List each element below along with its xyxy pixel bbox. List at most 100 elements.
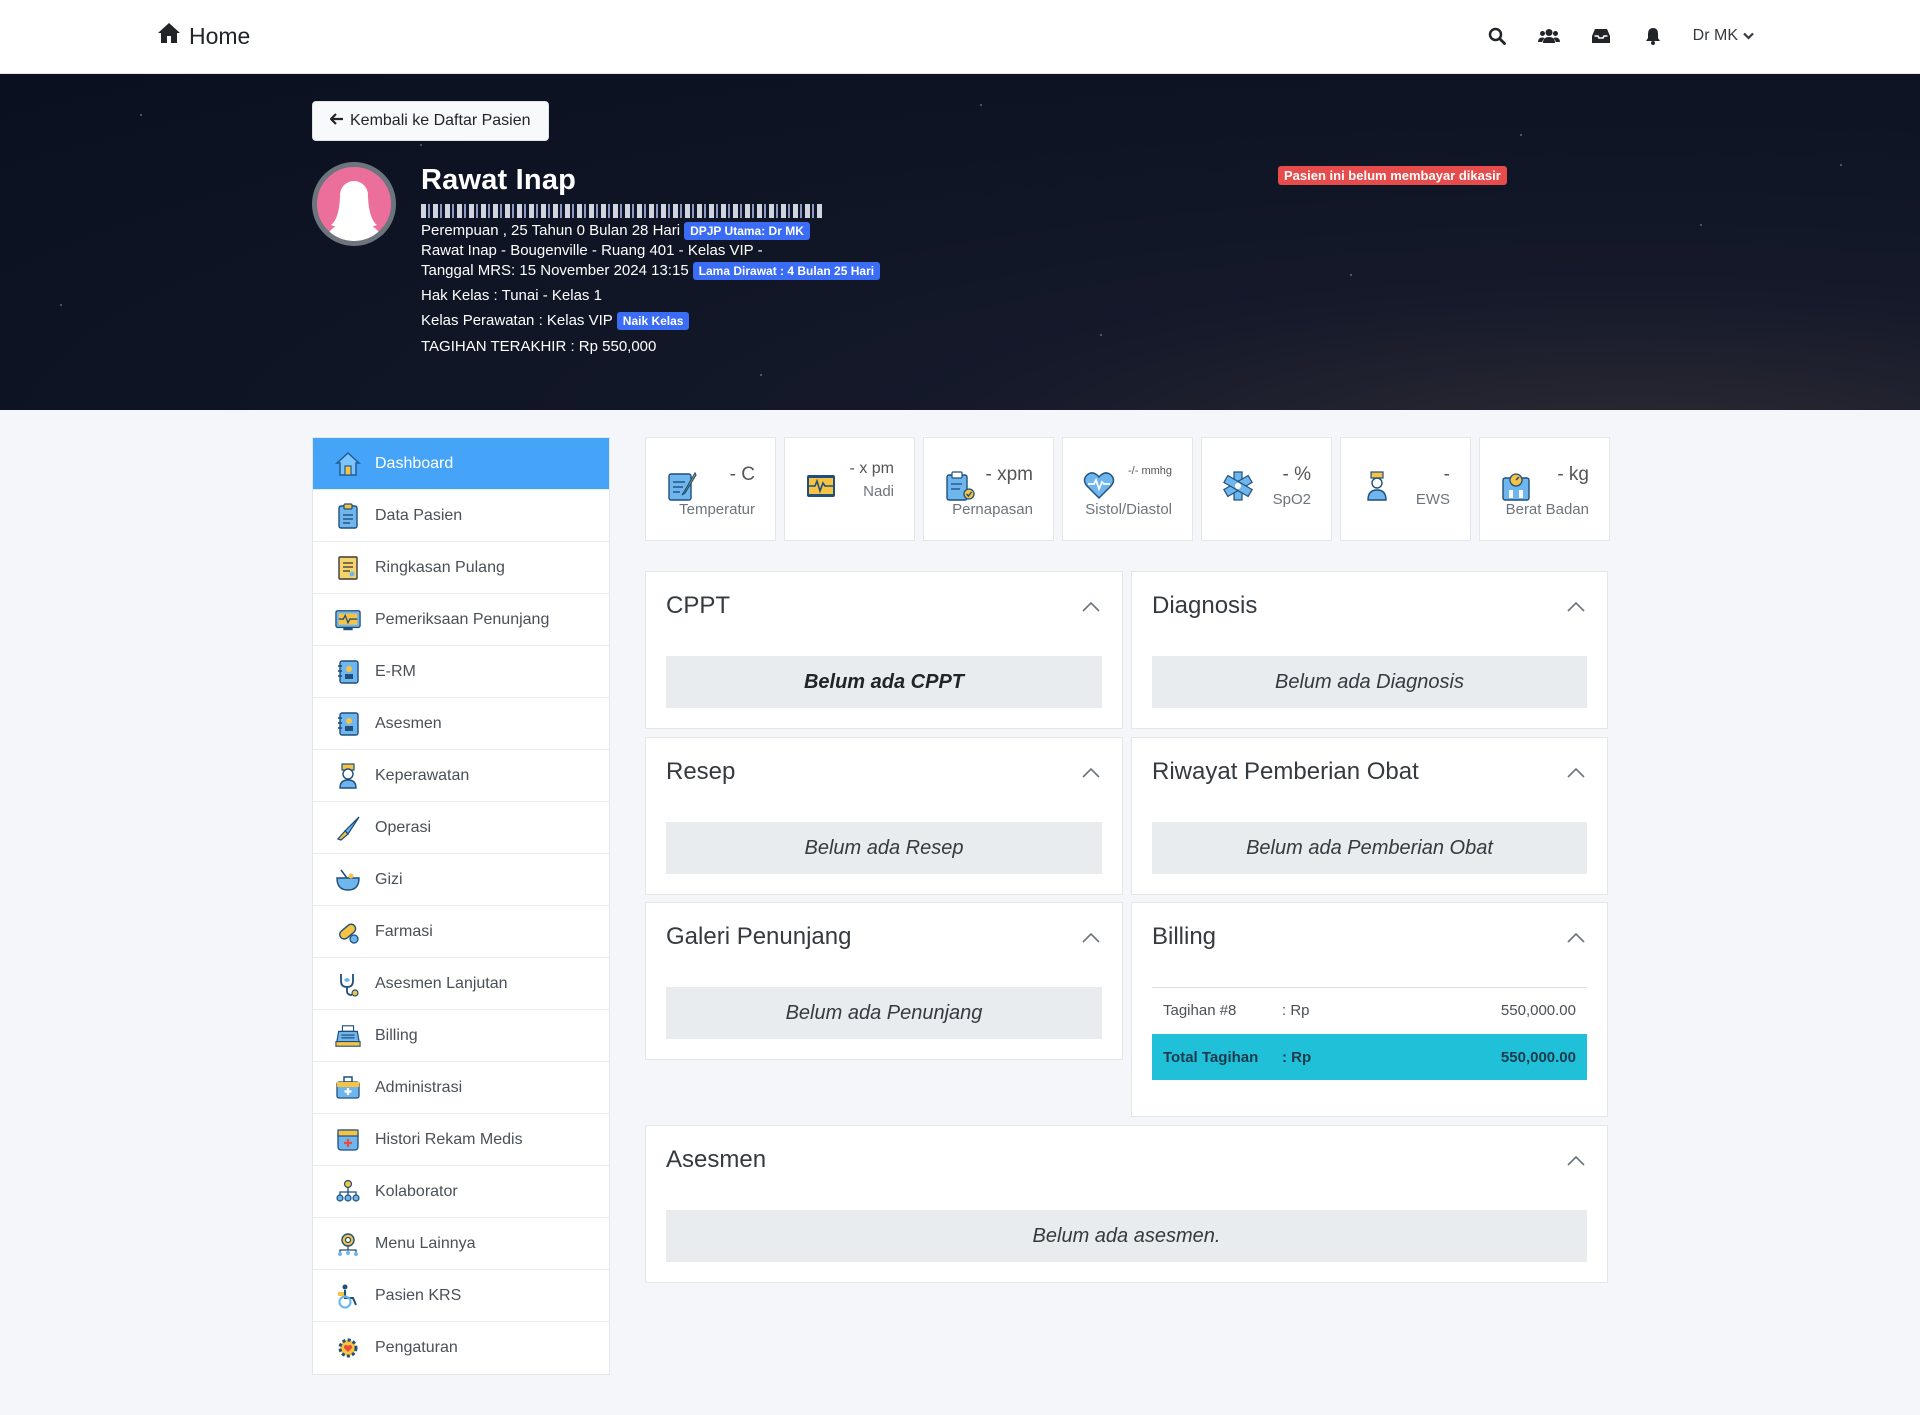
gear-network-icon [335,1231,361,1257]
sidebar-item-gizi[interactable]: Gizi [313,854,609,906]
sidebar-item-farmasi[interactable]: Farmasi [313,906,609,958]
sidebar-item-label: Dashboard [375,454,454,472]
billing-card: Billing Tagihan #8 : Rp 550,000.00 Total… [1131,902,1608,1117]
sidebar-item-asesmen-lanjutan[interactable]: Asesmen Lanjutan [313,958,609,1010]
sidebar-item-label: Operasi [375,818,432,836]
sidebar-item-keperawatan[interactable]: Keperawatan [313,750,609,802]
vital-label: Pernapasan [952,501,1033,518]
card-title: Diagnosis [1152,592,1258,619]
bell-icon[interactable] [1641,24,1665,48]
users-icon[interactable] [1537,24,1561,48]
chevron-up-icon[interactable] [1567,600,1585,612]
brand-label: Home [189,22,251,49]
sidebar-item-pasien-krs[interactable]: Pasien KRS [313,1270,609,1322]
empty-state: Belum ada asesmen. [666,1210,1587,1262]
team-icon [335,1179,361,1205]
card-title: Asesmen [666,1146,767,1173]
user-menu[interactable]: Dr MK [1693,27,1754,45]
sidebar-item-label: Asesmen Lanjutan [375,974,508,992]
heart-icon [1083,470,1115,502]
home-icon [157,22,181,50]
vital-weight: - kg Berat Badan [1479,437,1610,541]
sidebar-item-label: Histori Rekam Medis [375,1130,523,1148]
chevron-up-icon[interactable] [1082,600,1100,612]
sidebar-item-histori-rekam-medis[interactable]: Histori Rekam Medis [313,1114,609,1166]
patient-room: Rawat Inap - Bougenville - Ruang 401 - K… [421,242,763,259]
vital-blood-pressure: -/- mmhg Sistol/Diastol [1062,437,1193,541]
vital-value: - [1443,464,1450,485]
sidebar-item-label: Gizi [375,870,403,888]
naik-kelas-badge: Naik Kelas [616,312,690,330]
stethoscope-icon [335,971,361,997]
nurse-icon [335,762,361,789]
sidebar-item-pemeriksaan-penunjang[interactable]: Pemeriksaan Penunjang [313,594,609,646]
riwayat-obat-card: Riwayat Pemberian Obat Belum ada Pemberi… [1131,737,1608,895]
sidebar-item-data-pasien[interactable]: Data Pasien [313,490,609,542]
chevron-up-icon[interactable] [1567,1154,1585,1166]
card-title: CPPT [666,592,731,619]
vital-label: Nadi [863,483,894,500]
notebook-icon [335,659,361,685]
billing-row: Tagihan #8 : Rp 550,000.00 [1152,987,1587,1033]
vital-value: - xpm [985,464,1034,485]
sidebar-item-label: Keperawatan [375,766,470,784]
sidebar-item-label: Ringkasan Pulang [375,558,505,576]
bill-amount: 550,000.00 [1500,1002,1576,1019]
sidebar-item-billing[interactable]: Billing [313,1010,609,1062]
card-title: Resep [666,758,736,785]
sidebar-item-kolaborator[interactable]: Kolaborator [313,1166,609,1218]
home-icon [335,451,361,477]
sidebar-item-label: Pemeriksaan Penunjang [375,610,550,628]
arrow-left-icon [329,112,344,130]
chevron-up-icon[interactable] [1567,766,1585,778]
sidebar-item-label: E-RM [375,662,416,680]
pulse-monitor-icon [805,470,837,502]
sidebar-item-label: Pasien KRS [375,1286,462,1304]
length-of-stay-badge: Lama Dirawat : 4 Bulan 25 Hari [692,262,881,280]
empty-state: Belum ada Diagnosis [1152,656,1587,708]
chevron-up-icon[interactable] [1082,931,1100,943]
unpaid-alert-badge: Pasien ini belum membayar dikasir [1278,166,1507,185]
bowl-icon [335,867,361,893]
chevron-up-icon[interactable] [1567,931,1585,943]
card-title: Galeri Penunjang [666,923,852,950]
inbox-icon[interactable] [1589,24,1613,48]
vital-value: - % [1282,464,1312,485]
sidebar-item-ringkasan-pulang[interactable]: Ringkasan Pulang [313,542,609,594]
pill-icon [335,919,361,945]
chevron-up-icon[interactable] [1082,766,1100,778]
sidebar-item-label: Data Pasien [375,506,463,524]
sidebar-item-operasi[interactable]: Operasi [313,802,609,854]
patient-avatar [312,162,396,246]
home-link[interactable]: Home [157,22,250,50]
sidebar-item-menu-lainnya[interactable]: Menu Lainnya [313,1218,609,1270]
vital-signs-row: - C Temperatur - x pm Nadi - xpm Pernapa… [645,437,1610,541]
vital-label: SpO2 [1272,491,1311,508]
dpjp-badge: DPJP Utama: Dr MK [684,222,810,240]
back-button-label: Kembali ke Daftar Pasien [350,112,531,129]
notebook-icon [335,711,361,737]
monitor-icon [335,607,361,633]
chevron-down-icon [1743,27,1754,45]
redacted-patient-id [421,204,824,218]
bill-currency: : Rp [1282,1002,1310,1019]
search-icon[interactable] [1485,24,1509,48]
sidebar-item-e-rm[interactable]: E-RM [313,646,609,698]
card-title: Riwayat Pemberian Obat [1152,758,1419,785]
vital-ews: - EWS [1340,437,1471,541]
bill-label: Tagihan #8 [1163,1002,1237,1019]
vital-spo2: - % SpO2 [1201,437,1332,541]
sidebar-item-pengaturan[interactable]: Pengaturan [313,1322,609,1374]
sidebar-item-dashboard[interactable]: Dashboard [313,438,609,490]
total-label: Total Tagihan [1163,1048,1259,1066]
vital-label: Berat Badan [1505,501,1589,518]
back-to-patient-list-button[interactable]: Kembali ke Daftar Pasien [312,101,549,141]
sidebar-item-asesmen[interactable]: Asesmen [313,698,609,750]
sidebar-item-administrasi[interactable]: Administrasi [313,1062,609,1114]
vital-temperature: - C Temperatur [645,437,776,541]
user-name: Dr MK [1692,27,1738,44]
vital-value: - x pm [849,460,894,477]
sidebar-item-label: Kolaborator [375,1182,458,1200]
vital-pulse: - x pm Nadi [784,437,915,541]
asesmen-card: Asesmen Belum ada asesmen. [645,1125,1608,1283]
